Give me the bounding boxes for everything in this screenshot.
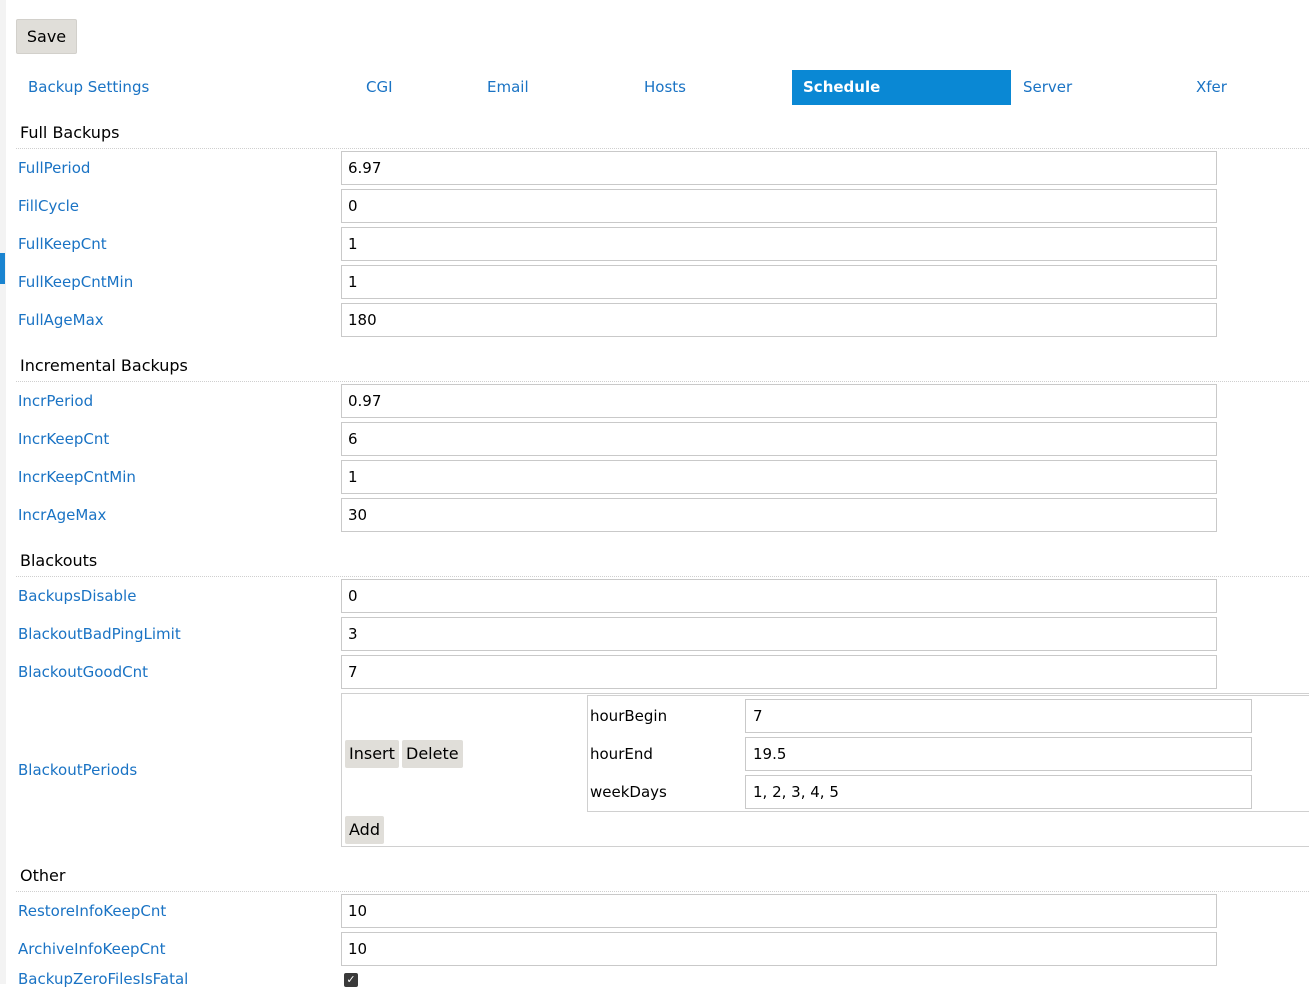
label-archive-info-keep-cnt[interactable]: ArchiveInfoKeepCnt [18, 940, 165, 958]
save-button[interactable]: Save [16, 19, 77, 54]
tab-cgi[interactable]: CGI [366, 70, 393, 105]
add-button[interactable]: Add [345, 816, 384, 844]
label-incr-keep-cnt-min[interactable]: IncrKeepCntMin [18, 468, 136, 486]
input-full-keep-cnt[interactable]: 1 [341, 227, 1217, 261]
input-incr-period[interactable]: 0.97 [341, 384, 1217, 418]
section-title-other: Other [20, 866, 66, 885]
left-edge-bar [0, 0, 6, 984]
label-week-days: weekDays [590, 783, 667, 801]
label-incr-age-max[interactable]: IncrAgeMax [18, 506, 106, 524]
input-fill-cycle[interactable]: 0 [341, 189, 1217, 223]
label-hour-begin: hourBegin [590, 707, 668, 725]
input-full-age-max[interactable]: 180 [341, 303, 1217, 337]
label-blackout-periods[interactable]: BlackoutPeriods [18, 761, 137, 779]
section-divider [16, 148, 1309, 149]
section-title-blackouts: Blackouts [20, 551, 98, 570]
label-full-keep-cnt[interactable]: FullKeepCnt [18, 235, 107, 253]
input-blackout-bad-ping-limit[interactable]: 3 [341, 617, 1217, 651]
input-backups-disable[interactable]: 0 [341, 579, 1217, 613]
label-backups-disable[interactable]: BackupsDisable [18, 587, 136, 605]
input-incr-keep-cnt[interactable]: 6 [341, 422, 1217, 456]
tab-schedule[interactable]: Schedule [792, 70, 1011, 105]
tab-backup-settings[interactable]: Backup Settings [28, 70, 149, 105]
input-restore-info-keep-cnt[interactable]: 10 [341, 894, 1217, 928]
input-full-period[interactable]: 6.97 [341, 151, 1217, 185]
insert-button[interactable]: Insert [345, 740, 399, 768]
input-hour-begin[interactable]: 7 [745, 699, 1252, 733]
delete-button[interactable]: Delete [402, 740, 463, 768]
section-divider [16, 381, 1309, 382]
input-blackout-good-cnt[interactable]: 7 [341, 655, 1217, 689]
label-full-age-max[interactable]: FullAgeMax [18, 311, 104, 329]
label-hour-end: hourEnd [590, 745, 653, 763]
label-full-period[interactable]: FullPeriod [18, 159, 90, 177]
label-fill-cycle[interactable]: FillCycle [18, 197, 79, 215]
input-incr-age-max[interactable]: 30 [341, 498, 1217, 532]
label-incr-keep-cnt[interactable]: IncrKeepCnt [18, 430, 109, 448]
input-incr-keep-cnt-min[interactable]: 1 [341, 460, 1217, 494]
label-restore-info-keep-cnt[interactable]: RestoreInfoKeepCnt [18, 902, 166, 920]
label-incr-period[interactable]: IncrPeriod [18, 392, 93, 410]
checkbox-backup-zero-files-is-fatal[interactable]: ✓ [344, 973, 358, 987]
input-archive-info-keep-cnt[interactable]: 10 [341, 932, 1217, 966]
section-divider [16, 576, 1309, 577]
tab-server[interactable]: Server [1023, 70, 1072, 105]
section-title-incremental-backups: Incremental Backups [20, 356, 188, 375]
left-scroll-marker [0, 253, 5, 284]
label-blackout-bad-ping-limit[interactable]: BlackoutBadPingLimit [18, 625, 181, 643]
section-divider [16, 891, 1309, 892]
tab-hosts[interactable]: Hosts [644, 70, 686, 105]
label-blackout-good-cnt[interactable]: BlackoutGoodCnt [18, 663, 148, 681]
section-title-full-backups: Full Backups [20, 123, 120, 142]
input-hour-end[interactable]: 19.5 [745, 737, 1252, 771]
input-week-days[interactable]: 1, 2, 3, 4, 5 [745, 775, 1252, 809]
tab-xfer[interactable]: Xfer [1196, 70, 1227, 105]
input-full-keep-cnt-min[interactable]: 1 [341, 265, 1217, 299]
label-full-keep-cnt-min[interactable]: FullKeepCntMin [18, 273, 133, 291]
label-backup-zero-files-is-fatal[interactable]: BackupZeroFilesIsFatal [18, 970, 188, 988]
tab-email[interactable]: Email [487, 70, 529, 105]
